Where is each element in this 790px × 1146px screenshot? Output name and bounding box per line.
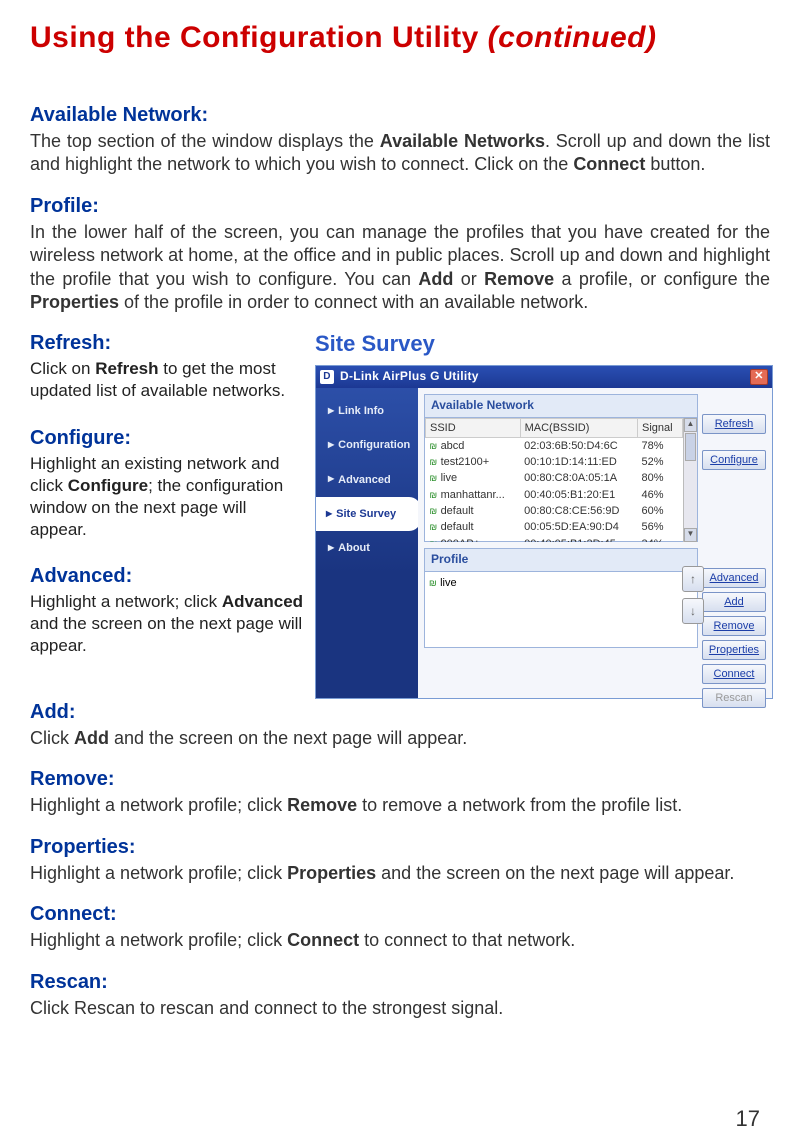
- table-row[interactable]: ₪ default00:80:C8:CE:56:9D60%: [426, 503, 683, 519]
- window-title: D-Link AirPlus G Utility: [340, 369, 479, 385]
- advanced-button[interactable]: Advanced: [702, 568, 766, 588]
- list-item[interactable]: ₪ live: [429, 576, 693, 590]
- available-network-title: Available Network: [425, 395, 697, 418]
- heading-configure: Configure:: [30, 425, 305, 451]
- title-continued: (continued): [488, 21, 657, 54]
- sidebar: ▶Link Info ▶Configuration ▶Advanced ▶Sit…: [316, 388, 418, 698]
- network-icon: ₪: [430, 457, 438, 469]
- para-configure: Highlight an existing network and click …: [30, 453, 305, 541]
- table-row[interactable]: ₪ 900AP+00:40:05:B1:2D:4534%: [426, 536, 683, 542]
- para-advanced: Highlight a network; click Advanced and …: [30, 591, 305, 657]
- button-group-bottom: Advanced Add Remove Properties Connect R…: [702, 568, 766, 708]
- table-row[interactable]: ₪ manhattanr...00:40:05:B1:20:E146%: [426, 487, 683, 503]
- scroll-up-icon[interactable]: ▲: [684, 418, 697, 432]
- page-number: 17: [736, 1105, 760, 1134]
- vertical-scrollbar[interactable]: ▲ ▼: [683, 418, 697, 542]
- app-icon: D: [320, 370, 334, 384]
- scrollbar-thumb[interactable]: [685, 433, 696, 461]
- connect-button[interactable]: Connect: [702, 664, 766, 684]
- network-table: SSID MAC(BSSID) Signal ₪ abcd02:03:6B:50…: [425, 418, 683, 542]
- chevron-right-icon: ▶: [328, 543, 334, 553]
- col-mac[interactable]: MAC(BSSID): [520, 418, 637, 437]
- rescan-button[interactable]: Rescan: [702, 688, 766, 708]
- sidebar-item-linkinfo[interactable]: ▶Link Info: [316, 394, 418, 428]
- network-icon: ₪: [430, 539, 438, 542]
- chevron-right-icon: ▶: [326, 509, 332, 519]
- refresh-button[interactable]: Refresh: [702, 414, 766, 434]
- properties-button[interactable]: Properties: [702, 640, 766, 660]
- sidebar-item-advanced[interactable]: ▶Advanced: [316, 463, 418, 497]
- heading-add: Add:: [30, 699, 770, 725]
- heading-advanced: Advanced:: [30, 563, 305, 589]
- available-network-panel: Available Network SSID MAC(BSSID): [424, 394, 698, 542]
- sidebar-item-about[interactable]: ▶About: [316, 531, 418, 565]
- para-connect: Highlight a network profile; click Conne…: [30, 929, 770, 952]
- para-remove: Highlight a network profile; click Remov…: [30, 794, 770, 817]
- scroll-down-icon[interactable]: ▼: [684, 528, 697, 542]
- add-button[interactable]: Add: [702, 592, 766, 612]
- heading-rescan: Rescan:: [30, 969, 770, 995]
- heading-profile: Profile:: [30, 193, 770, 219]
- col-ssid[interactable]: SSID: [426, 418, 521, 437]
- sidebar-item-sitesurvey[interactable]: ▶Site Survey: [316, 497, 421, 531]
- title-main: Using the Configuration Utility: [30, 21, 488, 54]
- heading-remove: Remove:: [30, 766, 770, 792]
- para-profile: In the lower half of the screen, you can…: [30, 221, 770, 315]
- heading-refresh: Refresh:: [30, 330, 305, 356]
- chevron-right-icon: ▶: [328, 474, 334, 484]
- heading-connect: Connect:: [30, 901, 770, 927]
- profile-title: Profile: [425, 549, 697, 572]
- network-icon: ₪: [430, 506, 438, 518]
- network-icon: ₪: [430, 473, 438, 485]
- move-up-button[interactable]: ↑: [682, 566, 704, 592]
- sidebar-item-configuration[interactable]: ▶Configuration: [316, 428, 418, 462]
- heading-properties: Properties:: [30, 834, 770, 860]
- chevron-right-icon: ▶: [328, 406, 334, 416]
- table-row[interactable]: ₪ live00:80:C8:0A:05:1A80%: [426, 470, 683, 486]
- screenshot-label: Site Survey: [315, 330, 773, 359]
- table-row[interactable]: ₪ abcd02:03:6B:50:D4:6C78%: [426, 437, 683, 454]
- window-titlebar: D D-Link AirPlus G Utility ✕: [316, 366, 772, 388]
- network-icon: ₪: [430, 441, 438, 453]
- network-icon: ₪: [429, 578, 437, 590]
- profile-reorder-controls: ↑ ↓: [682, 566, 704, 624]
- heading-available-network: Available Network:: [30, 102, 770, 128]
- button-group-top: Refresh Configure: [702, 414, 766, 470]
- para-properties: Highlight a network profile; click Prope…: [30, 862, 770, 885]
- utility-window: D D-Link AirPlus G Utility ✕ ▶Link Info …: [315, 365, 773, 699]
- network-icon: ₪: [430, 490, 438, 502]
- chevron-right-icon: ▶: [328, 440, 334, 450]
- para-add: Click Add and the screen on the next pag…: [30, 727, 770, 750]
- page-title: Using the Configuration Utility (continu…: [30, 18, 770, 57]
- para-refresh: Click on Refresh to get the most updated…: [30, 358, 305, 402]
- configure-button[interactable]: Configure: [702, 450, 766, 470]
- para-rescan: Click Rescan to rescan and connect to th…: [30, 997, 770, 1020]
- table-row[interactable]: ₪ default00:05:5D:EA:90:D456%: [426, 519, 683, 535]
- move-down-button[interactable]: ↓: [682, 598, 704, 624]
- col-signal[interactable]: Signal: [638, 418, 683, 437]
- profile-panel: Profile ₪ live: [424, 548, 698, 648]
- remove-button[interactable]: Remove: [702, 616, 766, 636]
- close-button[interactable]: ✕: [750, 369, 768, 385]
- network-icon: ₪: [430, 522, 438, 534]
- table-row[interactable]: ₪ test2100+00:10:1D:14:11:ED52%: [426, 454, 683, 470]
- para-available-network: The top section of the window displays t…: [30, 130, 770, 177]
